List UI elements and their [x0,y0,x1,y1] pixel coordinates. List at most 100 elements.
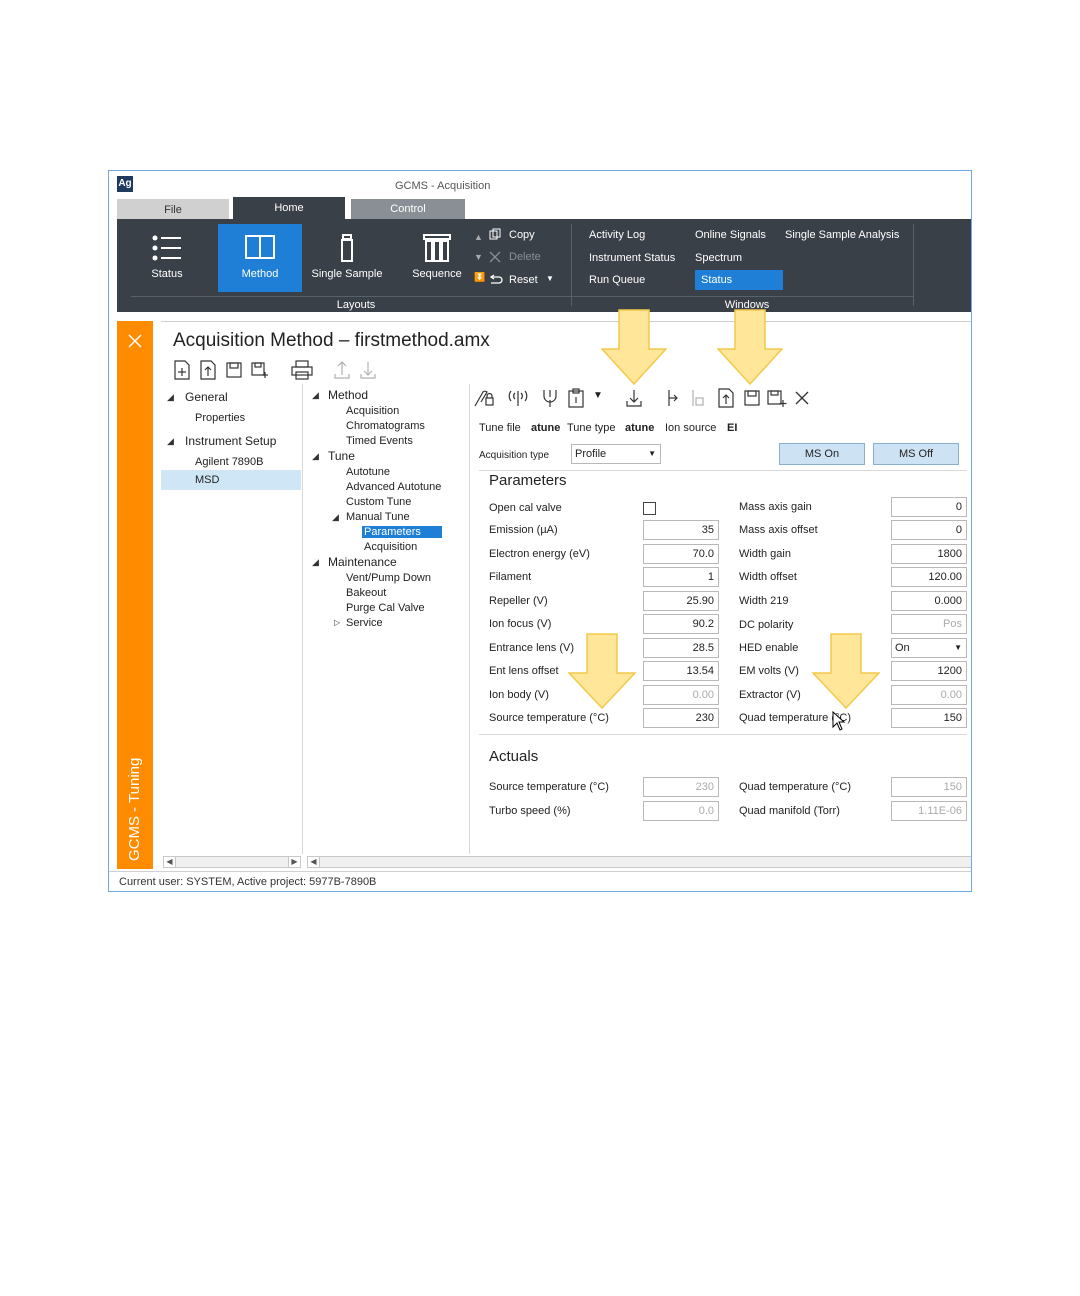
filament-input[interactable]: 1 [643,567,719,587]
open-tune-icon[interactable] [717,388,735,408]
tree-purge-cal-valve[interactable]: Purge Cal Valve [346,602,425,614]
collapse-triangle-icon[interactable]: ◢ [312,557,319,568]
layout-scroll-arrows[interactable]: ▲ ▼ ⏬ [474,227,485,287]
entrance-lens-input[interactable]: 28.5 [643,638,719,658]
tree-service[interactable]: Service [346,617,383,629]
quad-temperature-input[interactable]: 150 [891,708,967,728]
split-icon[interactable] [663,388,681,408]
close-tune-icon[interactable] [793,388,811,408]
left-nav-scrollbar[interactable]: ◀ ▶ [163,856,301,868]
width-219-input[interactable]: 0.000 [891,591,967,611]
close-icon[interactable] [127,333,143,349]
reset-button[interactable]: Reset [509,274,538,286]
width-offset-input[interactable]: 120.00 [891,567,967,587]
download-icon[interactable] [359,360,377,380]
turbo-speed-value: 0.0 [643,801,719,821]
activity-log-button[interactable]: Activity Log [589,229,645,241]
sequence-layout-button[interactable]: Sequence [395,224,479,292]
tree-tune[interactable]: Tune [328,449,355,463]
collapse-triangle-icon[interactable]: ◢ [312,390,319,401]
tree-autotune[interactable]: Autotune [346,466,390,478]
collapse-triangle-icon[interactable]: ◢ [332,512,339,523]
tab-file[interactable]: File [117,199,229,219]
tune-fork-icon[interactable] [541,388,559,408]
save-icon[interactable] [225,360,243,380]
spectrum-button[interactable]: Spectrum [695,252,742,264]
nav-general[interactable]: General [185,390,228,404]
width-gain-input[interactable]: 1800 [891,544,967,564]
tree-maintenance[interactable]: Maintenance [328,555,397,569]
ms-on-button[interactable]: MS On [779,443,865,465]
print-icon[interactable] [291,360,313,380]
source-temperature-input[interactable]: 230 [643,708,719,728]
open-cal-valve-checkbox[interactable] [643,502,656,515]
ion-focus-input[interactable]: 90.2 [643,614,719,634]
tree-timed-events[interactable]: Timed Events [346,435,413,447]
instrument-status-button[interactable]: Instrument Status [589,252,675,264]
mass-axis-offset-input[interactable]: 0 [891,520,967,540]
clipboard-dropdown-icon[interactable]: ▼ [593,390,603,401]
new-document-icon[interactable] [173,360,191,380]
tree-advanced-autotune[interactable]: Advanced Autotune [346,481,441,493]
tree-custom-tune[interactable]: Custom Tune [346,496,411,508]
tree-bakeout[interactable]: Bakeout [346,587,386,599]
em-volts-input[interactable]: 1200 [891,661,967,681]
quad-manifold-label: Quad manifold (Torr) [739,805,840,817]
save-as-icon[interactable] [251,360,269,380]
status-window-button[interactable]: Status [701,274,732,286]
tune-signal-icon[interactable] [507,388,529,408]
tree-acquisition-sub[interactable]: Acquisition [364,541,417,553]
single-sample-layout-button[interactable]: Single Sample [305,224,389,292]
status-layout-button[interactable]: Status [125,224,209,292]
tree-method[interactable]: Method [328,388,368,402]
tree-acquisition[interactable]: Acquisition [346,405,399,417]
copy-button[interactable]: Copy [509,229,535,241]
nav-msd[interactable]: MSD [161,470,301,490]
single-sample-analysis-button[interactable]: Single Sample Analysis [785,229,899,241]
split-disabled-icon[interactable] [687,388,705,408]
ms-off-button[interactable]: MS Off [873,443,959,465]
dc-polarity-input[interactable]: Pos [891,614,967,634]
nav-agilent-7890b[interactable]: Agilent 7890B [195,456,264,468]
run-queue-button[interactable]: Run Queue [589,274,645,286]
mass-axis-gain-input[interactable]: 0 [891,497,967,517]
upload-icon[interactable] [333,360,351,380]
tab-home[interactable]: Home [233,197,345,219]
ion-body-input[interactable]: 0.00 [643,685,719,705]
tree-chromatograms[interactable]: Chromatograms [346,420,425,432]
save-tune-as-icon[interactable] [767,388,787,408]
repeller-input[interactable]: 25.90 [643,591,719,611]
tab-control[interactable]: Control [351,199,465,219]
electron-energy-input[interactable]: 70.0 [643,544,719,564]
method-layout-button[interactable]: Method [218,224,302,292]
tree-parameters[interactable]: Parameters [362,526,442,538]
chevron-down-icon: ▼ [954,643,962,652]
tree-vent-pump-down[interactable]: Vent/Pump Down [346,572,431,584]
nav-instrument-setup[interactable]: Instrument Setup [185,434,276,448]
manual-tune-parameters-panel: ▼ Tune file atune Tune type atune Ion so… [471,384,971,854]
open-document-icon[interactable] [199,360,217,380]
clipboard-icon[interactable] [567,388,585,408]
save-tune-icon[interactable] [743,388,761,408]
collapse-triangle-icon[interactable]: ◢ [167,392,174,403]
collapse-triangle-icon[interactable]: ◢ [167,436,174,447]
extractor-input[interactable]: 0.00 [891,685,967,705]
ent-lens-offset-input[interactable]: 13.54 [643,661,719,681]
tune-lock-icon[interactable] [473,388,495,408]
nav-properties[interactable]: Properties [195,412,245,424]
reset-dropdown-icon[interactable]: ▼ [546,274,554,283]
delete-button[interactable]: Delete [509,251,541,263]
scroll-left-icon[interactable]: ◀ [164,857,176,867]
emission-input[interactable]: 35 [643,520,719,540]
scroll-left-icon[interactable]: ◀ [308,857,320,867]
scroll-right-icon[interactable]: ▶ [288,857,300,867]
tree-manual-tune[interactable]: Manual Tune [346,511,410,523]
ribbon-divider [913,224,914,306]
hed-enable-select[interactable]: On ▼ [891,638,967,658]
expand-triangle-icon[interactable]: ▷ [334,618,340,627]
tree-scrollbar[interactable]: ◀ [307,856,971,868]
online-signals-button[interactable]: Online Signals [695,229,766,241]
collapse-triangle-icon[interactable]: ◢ [312,451,319,462]
download-tune-icon[interactable] [625,388,643,408]
acquisition-type-select[interactable]: Profile ▼ [571,444,661,464]
